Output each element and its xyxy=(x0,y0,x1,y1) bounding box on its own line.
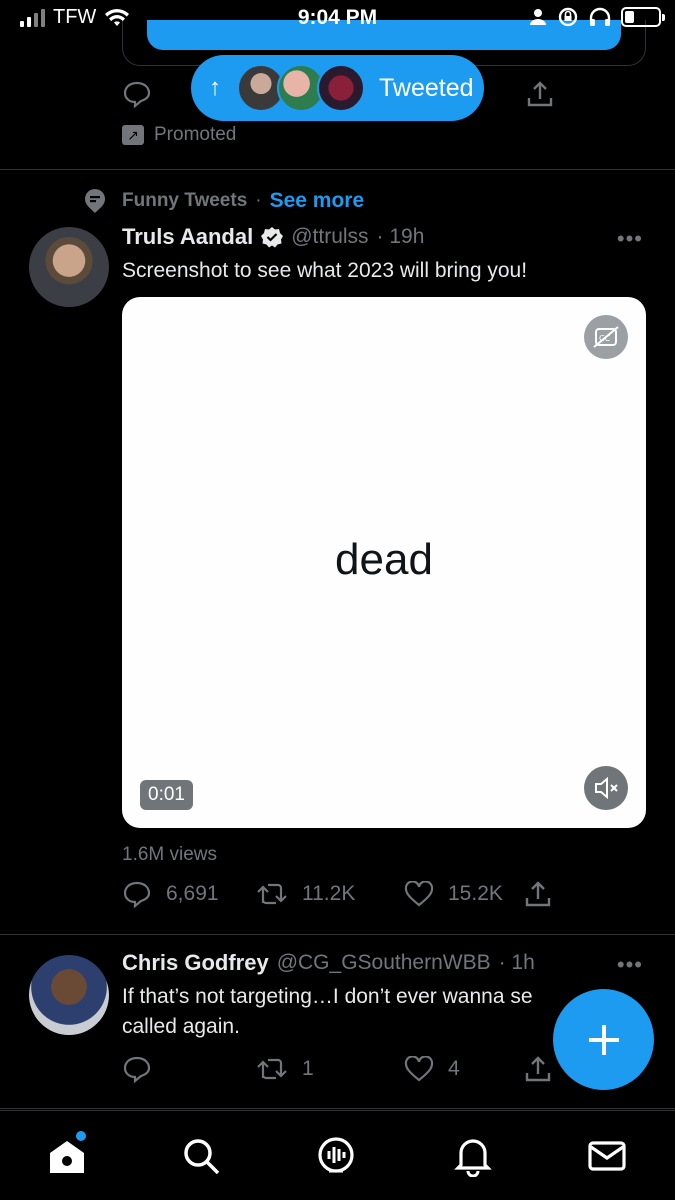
tweet-time: · 1h xyxy=(498,951,535,974)
avatar[interactable] xyxy=(29,955,109,1035)
share-button[interactable] xyxy=(524,880,552,908)
rotation-lock-icon xyxy=(558,7,578,27)
mute-icon[interactable] xyxy=(584,766,628,810)
tweet-text-line: called again. xyxy=(122,1015,240,1038)
nav-search[interactable] xyxy=(180,1135,222,1177)
promoted-badge: ↗ Promoted xyxy=(122,124,236,146)
divider xyxy=(0,934,675,935)
see-more-link[interactable]: See more xyxy=(270,189,365,213)
more-options-icon[interactable]: ••• xyxy=(617,952,643,978)
home-icon xyxy=(50,1141,84,1173)
retweet-icon xyxy=(257,1058,287,1080)
tweet-actions: 1 4 xyxy=(122,1055,552,1083)
author-name[interactable]: Truls Aandal xyxy=(122,224,253,250)
share-icon xyxy=(525,881,551,907)
separator: · xyxy=(255,190,262,211)
reply-button[interactable]: 6,691 xyxy=(122,880,256,908)
like-count: 15.2K xyxy=(448,882,503,905)
tweet-time: · 19h xyxy=(376,225,425,248)
view-count: 1.6M views xyxy=(122,844,218,865)
retweet-button[interactable]: 11.2K xyxy=(256,881,404,907)
avatar[interactable] xyxy=(29,227,109,307)
share-button[interactable] xyxy=(524,1055,552,1083)
verified-icon xyxy=(261,227,284,248)
more-options-icon[interactable]: ••• xyxy=(617,226,643,252)
heart-icon xyxy=(404,881,434,907)
author-handle[interactable]: @ttrulss xyxy=(291,225,368,249)
nav-spaces[interactable] xyxy=(315,1135,357,1177)
author-handle[interactable]: @CG_GSouthernWBB xyxy=(277,951,491,975)
video-duration: 0:01 xyxy=(140,780,193,810)
spaces-icon xyxy=(318,1137,354,1173)
tweet-actions: 6,691 11.2K 15.2K xyxy=(122,880,552,908)
reply-count: 6,691 xyxy=(166,882,219,905)
compose-tweet-button[interactable] xyxy=(553,989,654,1090)
new-tweets-pill[interactable]: ↑ Tweeted xyxy=(191,55,484,121)
topic-context: Funny Tweets · See more xyxy=(84,188,364,214)
search-icon xyxy=(184,1139,220,1175)
share-icon xyxy=(525,1056,551,1082)
retweet-button[interactable]: 1 xyxy=(256,1056,404,1082)
avatar xyxy=(317,64,365,112)
notifications-icon xyxy=(454,1139,492,1178)
like-button[interactable]: 15.2K xyxy=(404,881,524,907)
promoted-label: Promoted xyxy=(154,124,237,145)
promoted-icon: ↗ xyxy=(122,125,144,145)
notification-dot xyxy=(76,1131,86,1141)
status-bar: TFW 9:04 PM xyxy=(0,0,675,38)
topic-label[interactable]: Funny Tweets xyxy=(122,190,247,212)
reply-icon[interactable] xyxy=(122,80,152,108)
retweet-count: 1 xyxy=(302,1057,314,1080)
share-icon[interactable] xyxy=(526,80,554,108)
retweet-count: 11.2K xyxy=(302,882,356,905)
tweet-text-line: If that’s not targeting…I don’t ever wan… xyxy=(122,985,533,1008)
author-name[interactable]: Chris Godfrey xyxy=(122,950,269,976)
nav-home[interactable] xyxy=(46,1131,88,1177)
retweet-icon xyxy=(257,883,287,905)
reply-icon xyxy=(123,1056,151,1083)
reply-button[interactable] xyxy=(122,1055,256,1083)
like-count: 4 xyxy=(448,1057,460,1080)
tweet-header: Chris Godfrey @CG_GSouthernWBB · 1h xyxy=(122,950,535,976)
video-caption-word: dead xyxy=(335,535,433,584)
headphones-icon xyxy=(589,7,611,26)
arrow-up-icon: ↑ xyxy=(209,74,221,101)
person-icon xyxy=(530,9,546,25)
messages-icon xyxy=(588,1141,626,1171)
like-button[interactable]: 4 xyxy=(404,1056,524,1082)
tweet-video[interactable]: dead CC 0:01 xyxy=(122,297,646,828)
tweet-header: Truls Aandal @ttrulss · 19h xyxy=(122,224,424,250)
reply-icon xyxy=(123,881,151,908)
nav-messages[interactable] xyxy=(586,1135,628,1177)
nav-notifications[interactable] xyxy=(452,1135,494,1178)
divider xyxy=(0,169,675,170)
pill-label: Tweeted xyxy=(379,73,474,102)
bottom-nav xyxy=(0,1110,675,1200)
heart-icon xyxy=(404,1056,434,1082)
tweet-text: If that’s not targeting…I don’t ever wan… xyxy=(122,982,533,1042)
divider xyxy=(0,1108,675,1109)
battery-icon xyxy=(621,7,665,27)
captions-off-icon[interactable]: CC xyxy=(584,315,628,359)
topic-icon xyxy=(85,189,105,213)
tweet-text: Screenshot to see what 2023 will bring y… xyxy=(122,259,528,282)
